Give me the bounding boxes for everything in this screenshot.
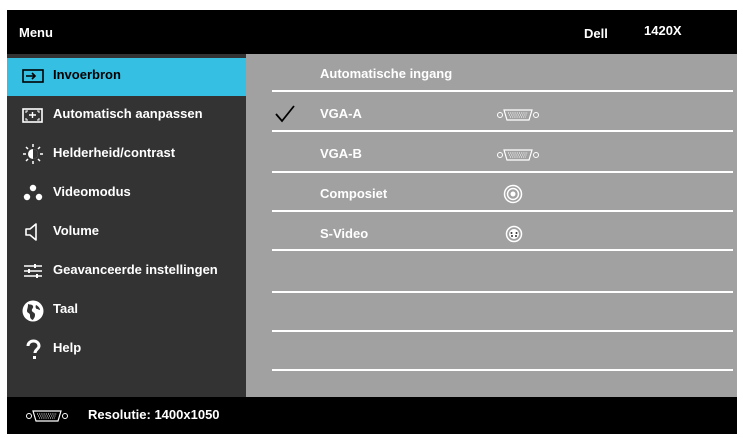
sidebar: Invoerbron Automatisch aanpassen Helderh…	[7, 54, 246, 397]
divider	[272, 249, 733, 251]
sidebar-item-label: Volume	[53, 223, 99, 238]
title-bar: Menu Dell 1420X	[7, 10, 737, 54]
input-source-icon	[21, 65, 45, 87]
sidebar-item-helderheid-contrast[interactable]: Helderheid/contrast	[7, 136, 246, 174]
source-label: VGA-B	[320, 146, 362, 161]
divider	[272, 210, 733, 212]
brightness-icon	[21, 143, 45, 165]
osd-menu-window: Menu Dell 1420X Invoerbron Automatisch a…	[7, 10, 737, 434]
divider	[272, 330, 733, 332]
globe-icon	[21, 299, 45, 322]
source-label: Composiet	[320, 186, 388, 201]
sidebar-item-help[interactable]: Help	[7, 331, 246, 369]
video-mode-icon	[21, 182, 45, 204]
menu-title: Menu	[19, 25, 53, 40]
resolution-status: Resolutie: 1400x1050	[88, 407, 220, 422]
vga-connector-icon	[496, 108, 540, 127]
svideo-connector-icon	[505, 225, 523, 248]
source-label: VGA-A	[320, 106, 362, 121]
sidebar-item-taal[interactable]: Taal	[7, 292, 246, 330]
divider	[272, 291, 733, 293]
sidebar-item-automatisch-aanpassen[interactable]: Automatisch aanpassen	[7, 97, 246, 135]
divider	[272, 90, 733, 92]
content-panel: Automatische ingang VGA-A VGA-B Composie…	[246, 54, 737, 397]
status-bar: Resolutie: 1400x1050	[7, 397, 737, 434]
model-label: 1420X	[644, 23, 682, 38]
source-row-composiet[interactable]: Composiet	[246, 178, 737, 218]
auto-input-toggle[interactable]: Automatische ingang	[246, 58, 737, 98]
rca-connector-icon	[503, 184, 523, 209]
checkmark-icon	[274, 104, 296, 124]
sidebar-item-invoerbron[interactable]: Invoerbron	[7, 58, 246, 96]
question-icon	[21, 338, 45, 360]
source-row-s-video[interactable]: S-Video	[246, 218, 737, 258]
sidebar-item-label: Automatisch aanpassen	[53, 106, 203, 121]
source-row-vga-a[interactable]: VGA-A	[246, 98, 737, 138]
sidebar-item-label: Videomodus	[53, 184, 131, 199]
sidebar-item-label: Helderheid/contrast	[53, 145, 176, 160]
sidebar-item-videomodus[interactable]: Videomodus	[7, 175, 246, 213]
settings-sliders-icon	[21, 260, 45, 282]
auto-adjust-icon	[21, 104, 45, 126]
volume-icon	[21, 221, 45, 243]
sidebar-item-label: Geavanceerde instellingen	[53, 262, 218, 277]
divider	[272, 369, 733, 371]
sidebar-item-geavanceerde-instellingen[interactable]: Geavanceerde instellingen	[7, 253, 246, 291]
vga-connector-icon	[496, 148, 540, 167]
auto-input-label: Automatische ingang	[320, 66, 453, 81]
source-label: S-Video	[320, 226, 369, 241]
sidebar-item-label: Help	[53, 340, 82, 355]
brand-label: Dell	[584, 26, 608, 41]
vga-connector-icon	[25, 409, 69, 428]
sidebar-item-label: Invoerbron	[53, 67, 121, 82]
divider	[272, 171, 733, 173]
divider	[272, 130, 733, 132]
sidebar-item-volume[interactable]: Volume	[7, 214, 246, 252]
sidebar-item-label: Taal	[53, 301, 79, 316]
